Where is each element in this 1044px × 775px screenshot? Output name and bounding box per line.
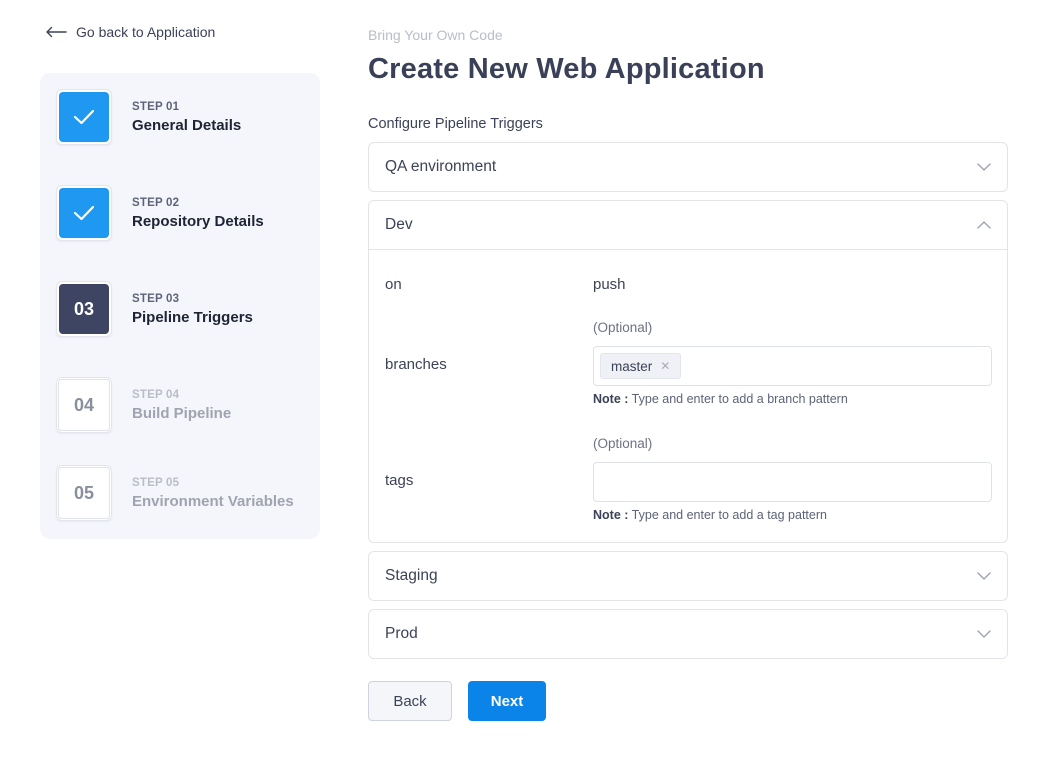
- step-number: STEP 03: [132, 292, 180, 305]
- step-title: Pipeline Triggers: [132, 308, 253, 326]
- branches-input[interactable]: master ✕: [593, 346, 992, 386]
- step-badge-number: 03: [59, 284, 109, 334]
- branch-chip: master ✕: [600, 353, 682, 379]
- step-number: STEP 01: [132, 100, 180, 113]
- branches-label: branches: [385, 356, 447, 373]
- accordion-title: Staging: [385, 567, 438, 584]
- step-title: Environment Variables: [132, 492, 294, 510]
- step-number: STEP 05: [132, 476, 180, 489]
- step-title: Repository Details: [132, 212, 264, 230]
- step-badge: 04: [56, 377, 112, 433]
- step-badge: [56, 89, 112, 145]
- branch-chip-label: master: [611, 358, 653, 374]
- accordion-header-staging[interactable]: Staging: [369, 552, 1007, 600]
- back-button[interactable]: Back: [368, 681, 452, 721]
- on-value: push: [593, 276, 626, 293]
- accordion-qa-environment: QA environment: [368, 142, 1008, 192]
- step-general-details[interactable]: STEP 01 General Details: [56, 89, 241, 145]
- step-number: STEP 02: [132, 196, 180, 209]
- tags-input[interactable]: [593, 462, 992, 502]
- accordion-prod: Prod: [368, 609, 1008, 659]
- check-icon: [73, 109, 95, 125]
- branches-note: Note : Type and enter to add a branch pa…: [593, 392, 848, 406]
- go-back-link[interactable]: Go back to Application: [45, 24, 215, 40]
- step-title: Build Pipeline: [132, 404, 232, 422]
- accordion-title: Dev: [385, 216, 413, 233]
- go-back-label: Go back to Application: [76, 24, 216, 40]
- chevron-down-icon: [977, 630, 991, 638]
- step-badge: 05: [56, 465, 112, 521]
- chevron-down-icon: [977, 572, 991, 580]
- step-number: STEP 04: [132, 388, 180, 401]
- accordion-header-prod[interactable]: Prod: [369, 610, 1007, 658]
- chevron-down-icon: [977, 163, 991, 171]
- page-title: Create New Web Application: [368, 53, 765, 85]
- arrow-left-icon: [46, 26, 67, 38]
- step-badge-number: 04: [58, 379, 110, 431]
- note-text: Type and enter to add a tag pattern: [631, 508, 827, 522]
- stepper: STEP 01 General Details STEP 02 Reposito…: [40, 73, 320, 539]
- accordion-title: Prod: [385, 625, 418, 642]
- page-subtitle: Bring Your Own Code: [368, 27, 503, 43]
- tags-label: tags: [385, 472, 414, 489]
- note-prefix: Note :: [593, 392, 629, 406]
- tags-note: Note : Type and enter to add a tag patte…: [593, 508, 827, 522]
- step-build-pipeline[interactable]: 04 STEP 04 Build Pipeline: [56, 377, 231, 433]
- step-title: General Details: [132, 116, 242, 134]
- chevron-up-icon: [977, 221, 991, 229]
- step-repository-details[interactable]: STEP 02 Repository Details: [56, 185, 264, 241]
- tags-optional-hint: (Optional): [593, 436, 653, 451]
- next-button[interactable]: Next: [468, 681, 546, 721]
- step-environment-variables[interactable]: 05 STEP 05 Environment Variables: [56, 465, 294, 521]
- note-text: Type and enter to add a branch pattern: [631, 392, 848, 406]
- accordion-title: QA environment: [385, 158, 497, 175]
- check-icon: [73, 205, 95, 221]
- close-icon[interactable]: ✕: [660, 359, 670, 373]
- accordion-header-qa[interactable]: QA environment: [369, 143, 1007, 191]
- step-badge-number: 05: [58, 467, 110, 519]
- branches-optional-hint: (Optional): [593, 320, 653, 335]
- step-pipeline-triggers[interactable]: 03 STEP 03 Pipeline Triggers: [56, 281, 253, 337]
- accordion-dev: Dev on push (Optional) branches master ✕…: [368, 200, 1008, 543]
- note-prefix: Note :: [593, 508, 629, 522]
- accordion-staging: Staging: [368, 551, 1008, 601]
- section-label: Configure Pipeline Triggers: [368, 116, 543, 132]
- step-badge: [56, 185, 112, 241]
- step-badge: 03: [56, 281, 112, 337]
- accordion-header-dev[interactable]: Dev: [369, 201, 1007, 250]
- on-label: on: [385, 276, 402, 293]
